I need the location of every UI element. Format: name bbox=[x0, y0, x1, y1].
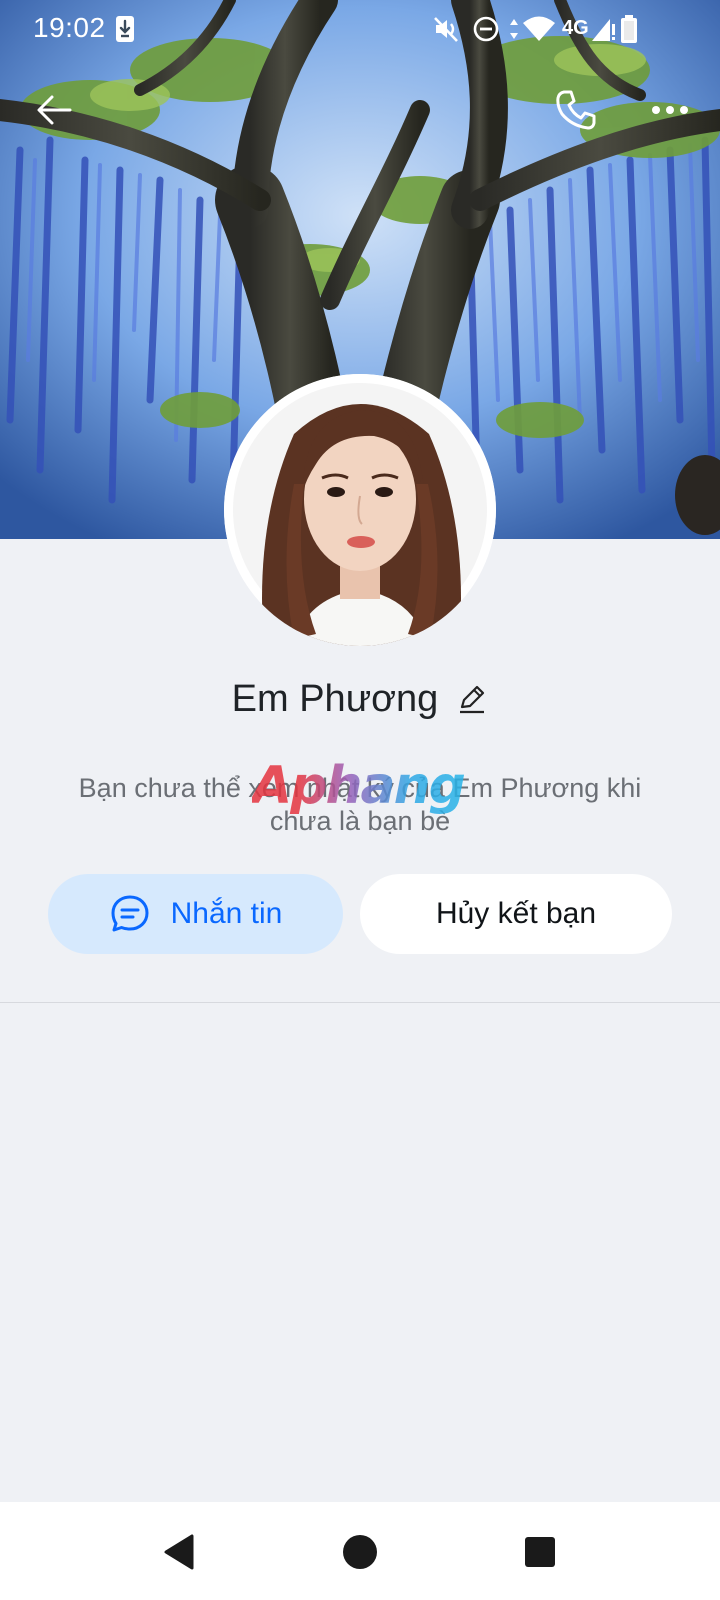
watermark-logo: Aphang bbox=[252, 756, 466, 816]
avatar-portrait bbox=[224, 374, 496, 646]
download-notification-icon bbox=[116, 16, 134, 42]
do-not-disturb-icon bbox=[473, 16, 499, 42]
unfriend-button-label: Hủy kết bạn bbox=[435, 897, 597, 930]
phone-icon bbox=[556, 90, 596, 130]
section-divider bbox=[0, 1002, 720, 1003]
message-button-label: Nhắn tin bbox=[170, 897, 283, 930]
nav-home-button[interactable] bbox=[332, 1524, 388, 1580]
more-dots-icon bbox=[652, 106, 688, 114]
edit-pencil-icon[interactable] bbox=[456, 683, 488, 715]
system-navigation-bar bbox=[0, 1502, 720, 1600]
nav-back-button[interactable] bbox=[152, 1524, 208, 1580]
wifi-icon bbox=[523, 16, 555, 41]
nav-recents-icon bbox=[525, 1537, 555, 1567]
message-button[interactable]: Nhắn tin bbox=[48, 874, 343, 954]
battery-icon bbox=[621, 15, 637, 43]
profile-name: Em Phương bbox=[231, 677, 439, 720]
call-button[interactable] bbox=[548, 82, 604, 138]
nav-home-icon bbox=[343, 1535, 377, 1569]
back-button[interactable] bbox=[26, 82, 82, 138]
chat-bubble-icon bbox=[111, 895, 149, 932]
profile-name-row: Em Phương bbox=[0, 670, 720, 728]
unfriend-button[interactable]: Hủy kết bạn bbox=[360, 874, 672, 954]
nav-recents-button[interactable] bbox=[512, 1524, 568, 1580]
avatar[interactable] bbox=[224, 374, 496, 646]
nav-back-icon bbox=[164, 1534, 194, 1570]
mute-icon bbox=[434, 17, 458, 42]
data-arrows-icon bbox=[510, 19, 518, 39]
status-time: 19:02 bbox=[33, 12, 106, 43]
network-type-label: 4G bbox=[562, 17, 589, 39]
cellular-signal-icon bbox=[592, 19, 615, 41]
more-button[interactable] bbox=[642, 82, 698, 138]
arrow-left-icon bbox=[37, 95, 72, 125]
status-bar: 19:02 4G bbox=[0, 0, 720, 58]
